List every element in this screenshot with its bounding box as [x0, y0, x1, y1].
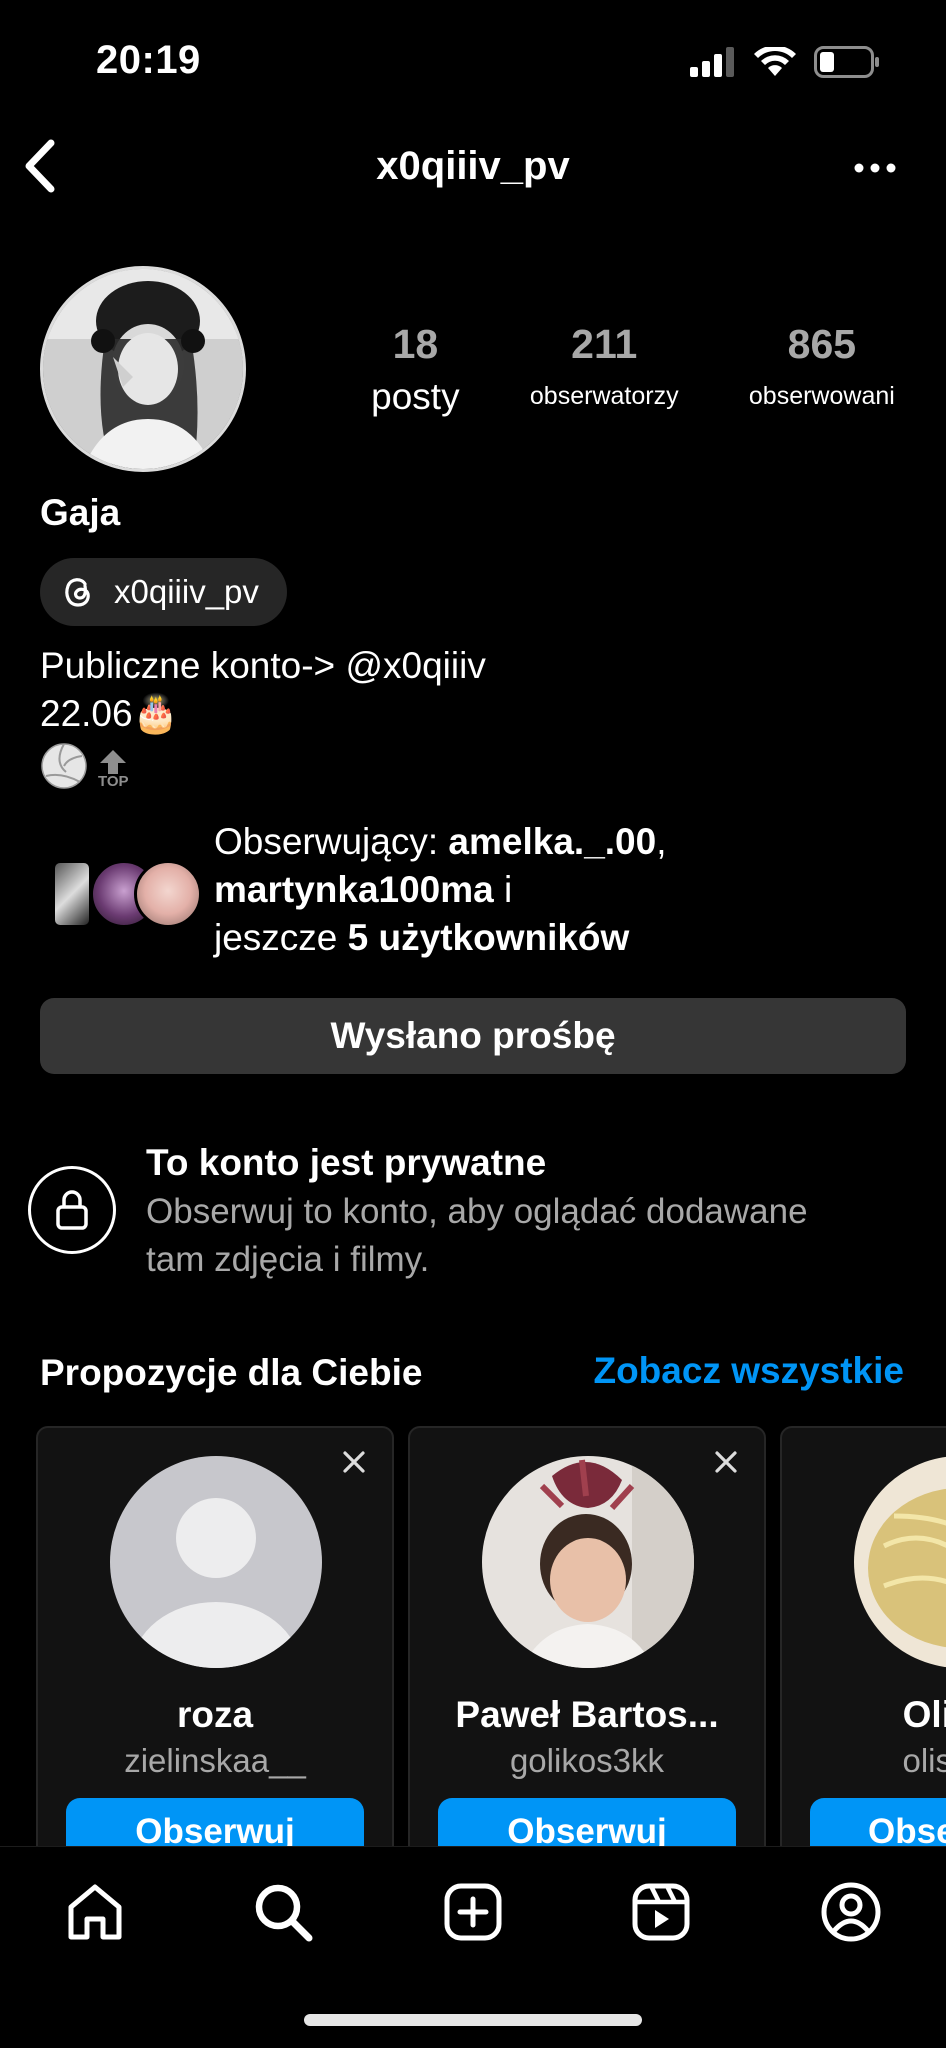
top-badge: TOP	[98, 750, 129, 790]
search-icon	[255, 1884, 313, 1942]
suggestion-avatar[interactable]	[482, 1456, 694, 1668]
suggestion-name: Paweł Bartos...	[455, 1694, 719, 1735]
create-icon	[444, 1883, 502, 1941]
suggestion-photo	[854, 1456, 946, 1668]
mutual-followers-text[interactable]: Obserwujący: amelka._.00, martynka100ma …	[214, 818, 667, 962]
see-all-link[interactable]: Zobacz wszystkie	[593, 1350, 904, 1392]
battery-icon	[814, 46, 879, 78]
bio: Publiczne konto-> @x0qiiiv 22.06🎂	[40, 642, 486, 738]
suggestions-title: Propozycje dla Ciebie	[40, 1352, 423, 1393]
tab-create[interactable]	[438, 1877, 508, 1947]
status-icons	[690, 46, 880, 78]
suggestion-card[interactable]: Oli olis Obse	[780, 1426, 946, 1846]
follow-button[interactable]: Obserwuj	[438, 1798, 736, 1846]
dismiss-suggestion-button[interactable]	[708, 1444, 744, 1480]
followers-stat[interactable]: 211 obserwatorzy	[529, 321, 679, 419]
mutual-avatar	[134, 860, 202, 928]
mutual-more-count: 5 użytkowników	[347, 917, 630, 958]
profile-username-title: x0qiiiv_pv	[376, 144, 570, 188]
suggestion-card[interactable]: Paweł Bartos... golikos3kk Obserwuj	[408, 1426, 766, 1846]
threads-link[interactable]: x0qiiiv_pv	[40, 558, 287, 626]
dismiss-suggestion-button[interactable]	[336, 1444, 372, 1480]
status-time: 20:19	[96, 38, 201, 82]
more-horizontal-icon	[854, 163, 896, 173]
profile-stats: 18 posty 211 obserwatorzy 865 obserwowan…	[336, 321, 930, 419]
bio-text: Publiczne konto->	[40, 645, 346, 686]
bio-emoji-line: TOP	[40, 742, 129, 790]
top-badge-label: TOP	[98, 773, 129, 790]
reels-icon	[632, 1883, 690, 1941]
suggestion-card[interactable]: roza zielinskaa__ Obserwuj	[36, 1426, 394, 1846]
private-lock-badge	[28, 1166, 116, 1254]
arrow-up-icon	[100, 750, 127, 774]
suggestion-avatar[interactable]	[854, 1456, 946, 1668]
home-icon	[68, 1884, 122, 1940]
mutual-user-2: martynka100ma	[214, 869, 494, 910]
suggestion-username: zielinskaa__	[124, 1742, 306, 1779]
mutual-separator: ,	[656, 821, 667, 862]
tab-profile[interactable]	[816, 1877, 886, 1947]
threads-handle: x0qiiiv_pv	[114, 573, 259, 610]
profile-photo	[43, 269, 243, 469]
mutual-user-1: amelka._.00	[448, 821, 657, 862]
profile-avatar[interactable]	[40, 266, 246, 472]
lock-icon	[56, 1190, 88, 1230]
cellular-signal-icon	[690, 47, 734, 77]
suggestion-avatar[interactable]	[110, 1456, 322, 1668]
mutual-followers-avatars[interactable]	[52, 860, 202, 930]
followers-label: obserwatorzy	[529, 382, 679, 411]
posts-count: 18	[392, 321, 439, 367]
follow-button[interactable]: Obserwuj	[66, 1798, 364, 1846]
suggestion-username: golikos3kk	[509, 1742, 665, 1779]
tab-reels[interactable]	[626, 1877, 696, 1947]
more-options-button[interactable]	[850, 148, 900, 188]
following-label: obserwowani	[748, 382, 895, 411]
tab-search[interactable]	[248, 1877, 318, 1947]
mutual-prefix: Obserwujący:	[214, 821, 449, 862]
mutual-avatar	[52, 860, 92, 928]
bio-mention-link[interactable]: @x0qiiiv	[345, 645, 485, 686]
posts-label: posty	[371, 376, 460, 418]
following-count: 865	[787, 321, 857, 367]
mutual-and: i	[493, 869, 513, 910]
bio-line-1: Publiczne konto-> @x0qiiiv	[40, 642, 486, 690]
display-name: Gaja	[40, 492, 121, 533]
suggestion-photo	[482, 1456, 694, 1668]
posts-stat[interactable]: 18 posty	[371, 321, 460, 419]
close-icon	[715, 1451, 737, 1473]
mutual-more-prefix: jeszcze	[214, 917, 348, 958]
followers-count: 211	[571, 321, 638, 367]
suggestions-carousel[interactable]: roza zielinskaa__ Obserwuj Paweł Bartos.…	[36, 1426, 946, 1846]
wifi-icon	[754, 47, 796, 76]
follow-requested-button[interactable]: Wysłano prośbę	[40, 998, 906, 1074]
profile-icon	[821, 1882, 881, 1942]
bio-line-2: 22.06🎂	[40, 693, 179, 734]
suggestion-username: olis	[902, 1742, 946, 1779]
home-indicator[interactable]	[304, 2014, 642, 2026]
following-stat[interactable]: 865 obserwowani	[748, 321, 895, 419]
private-account-description: Obserwuj to konto, aby oglądać dodawane …	[146, 1192, 808, 1279]
private-account-title: To konto jest prywatne	[146, 1142, 547, 1183]
close-icon	[343, 1451, 365, 1473]
default-avatar-icon	[110, 1456, 322, 1668]
volleyball-icon	[41, 743, 87, 789]
threads-icon	[65, 578, 90, 607]
follow-button[interactable]: Obse	[810, 1798, 946, 1846]
tab-home[interactable]	[60, 1877, 130, 1947]
suggestion-name: roza	[176, 1694, 254, 1735]
suggestion-name: Oli	[902, 1694, 946, 1735]
